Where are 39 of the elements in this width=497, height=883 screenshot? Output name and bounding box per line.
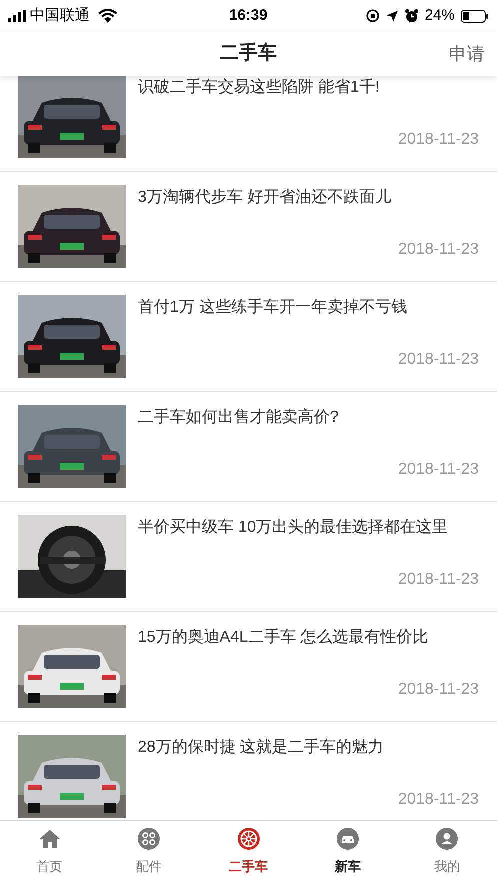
wheel-icon [236,827,261,852]
user-icon [435,827,460,852]
tab-item[interactable]: 二手车 [198,821,298,883]
tab-item[interactable]: 我的 [398,821,497,883]
article-date: 2018-11-23 [398,790,479,810]
article-date: 2018-11-23 [398,350,479,370]
apply-button[interactable]: 申请 [449,40,485,68]
article-date: 2018-11-23 [398,240,479,260]
battery-icon [461,10,489,22]
article-title: 28万的保时捷 这就是二手车的魅力 [138,738,386,758]
article-row[interactable]: 首付1万 这些练手车开一年卖掉不亏钱 2018-11-23 [0,282,497,392]
article-title: 识破二手车交易这些陷阱 能省1千! [138,78,381,98]
grid-circle-icon [137,827,162,852]
article-date: 2018-11-23 [398,460,479,480]
article-title: 二手车如何出售才能卖高价? [138,408,340,428]
article-date: 2018-11-23 [398,570,479,590]
wifi-icon [98,9,118,23]
car-icon [336,827,360,852]
article-title: 3万淘辆代步车 好开省油还不跌面儿 [138,188,392,208]
tab-item[interactable]: 配件 [99,821,199,883]
status-time: 16:39 [229,6,268,26]
article-row[interactable]: 二手车如何出售才能卖高价? 2018-11-23 [0,392,497,502]
article-title: 首付1万 这些练手车开一年卖掉不亏钱 [138,298,408,318]
location-icon [386,10,399,22]
article-row[interactable]: 半价买中级车 10万出头的最佳选择都在这里 2018-11-23 [0,502,497,612]
alarm-icon [404,9,419,23]
article-title: 15万的奥迪A4L二手车 怎么选最有性价比 [138,628,430,648]
article-row[interactable]: 15万的奥迪A4L二手车 怎么选最有性价比 2018-11-23 [0,612,497,722]
tab-item[interactable]: 新车 [298,821,398,883]
battery-percent: 24% [424,6,455,26]
page-title: 二手车 [220,42,277,66]
signal-icon [8,10,26,22]
article-row[interactable]: 识破二手车交易这些陷阱 能省1千! 2018-11-23 [0,76,497,172]
article-title: 半价买中级车 10万出头的最佳选择都在这里 [138,518,450,538]
carrier-name: 中国联通 [30,6,90,26]
article-date: 2018-11-23 [398,680,479,700]
article-row[interactable]: 3万淘辆代步车 好开省油还不跌面儿 2018-11-23 [0,172,497,282]
tab-item[interactable]: 首页 [0,821,100,883]
article-date: 2018-11-23 [398,130,479,150]
